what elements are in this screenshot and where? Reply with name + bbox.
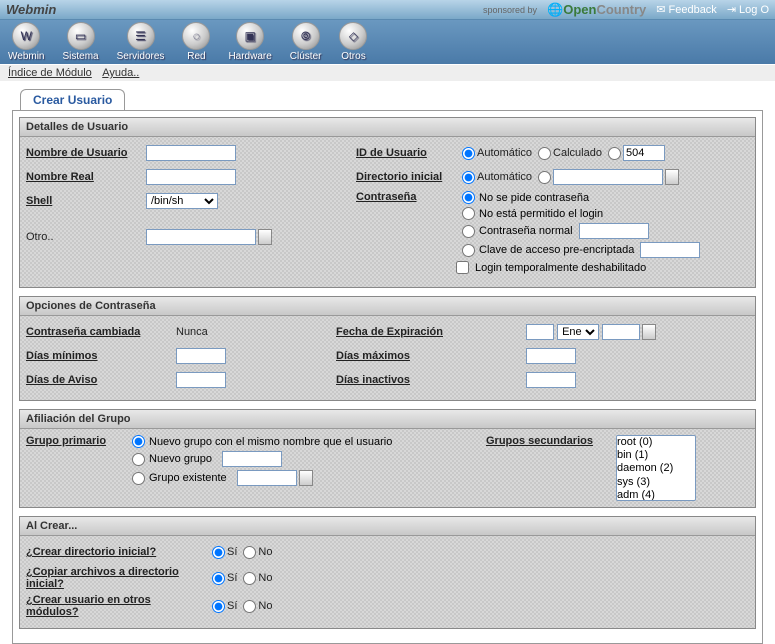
value-nunca: Nunca <box>176 326 208 338</box>
red-icon: ◌ <box>182 22 210 50</box>
input-home[interactable] <box>553 169 663 185</box>
cluster-icon: ⦾ <box>292 22 320 50</box>
input-nombre-real[interactable] <box>146 169 236 185</box>
label-dias-max[interactable]: Días máximos <box>336 350 466 362</box>
section-alcrear-title: Al Crear... <box>20 517 755 536</box>
label-grupo-primario[interactable]: Grupo primario <box>26 435 126 501</box>
input-exp-day[interactable] <box>526 324 554 340</box>
radio-pw-pre[interactable] <box>462 244 475 257</box>
otros-icon: ◇ <box>339 22 367 50</box>
radio-home-auto[interactable] <box>462 171 475 184</box>
label-shell[interactable]: Shell <box>26 195 146 207</box>
radio-c2-no[interactable] <box>243 572 256 585</box>
browse-otro-button[interactable] <box>258 229 272 245</box>
breadcrumb-index[interactable]: Índice de Módulo <box>8 67 92 79</box>
check-pw-temp[interactable] <box>456 261 469 274</box>
nav-hardware[interactable]: ▣Hardware <box>228 22 271 62</box>
section-opciones-title: Opciones de Contraseña <box>20 297 755 316</box>
input-uid[interactable] <box>623 145 665 161</box>
label-dir-inicial[interactable]: Directorio inicial <box>356 171 456 183</box>
select-exp-month[interactable]: Ene <box>557 324 599 340</box>
sistema-icon: ▭ <box>67 22 95 50</box>
input-exp-year[interactable] <box>602 324 640 340</box>
date-picker-button[interactable] <box>642 324 656 340</box>
nav-sistema[interactable]: ▭Sistema <box>63 22 99 62</box>
label-fecha-exp[interactable]: Fecha de Expiración <box>336 326 466 338</box>
input-dias-aviso[interactable] <box>176 372 226 388</box>
select-grupos-sec[interactable]: root (0)bin (1)daemon (2)sys (3)adm (4) <box>616 435 696 501</box>
browse-home-button[interactable] <box>665 169 679 185</box>
radio-home-manual[interactable] <box>538 171 551 184</box>
radio-uid-manual[interactable] <box>608 147 621 160</box>
opencountry-logo: 🌐OpenCountry <box>547 2 646 18</box>
label-nombre-usuario[interactable]: Nombre de Usuario <box>26 147 146 159</box>
servidores-icon: ☰ <box>127 22 155 50</box>
input-pw-normal[interactable] <box>579 223 649 239</box>
webmin-icon: W <box>12 22 40 50</box>
label-grupos-sec[interactable]: Grupos secundarios <box>486 435 616 501</box>
radio-gp-existente[interactable] <box>132 472 145 485</box>
label-nombre-real[interactable]: Nombre Real <box>26 171 146 183</box>
radio-pw-normal[interactable] <box>462 225 475 238</box>
input-otro[interactable] <box>146 229 256 245</box>
section-afiliacion-title: Afiliación del Grupo <box>20 410 755 429</box>
label-otro: Otro.. <box>26 231 76 243</box>
hardware-icon: ▣ <box>236 22 264 50</box>
input-dias-min[interactable] <box>176 348 226 364</box>
app-title: Webmin <box>6 2 56 17</box>
label-crear-modulos[interactable]: ¿Crear usuario en otros módulos? <box>26 594 206 618</box>
breadcrumb: Índice de Módulo Ayuda.. <box>0 64 775 81</box>
main-iconbar: WWebmin ▭Sistema ☰Servidores ◌Red ▣Hardw… <box>0 20 775 64</box>
nav-red[interactable]: ◌Red <box>182 22 210 62</box>
radio-gp-nuevo-mismo[interactable] <box>132 435 145 448</box>
radio-uid-auto[interactable] <box>462 147 475 160</box>
input-pw-pre[interactable] <box>640 242 700 258</box>
radio-pw-nologin[interactable] <box>462 207 475 220</box>
input-nombre-usuario[interactable] <box>146 145 236 161</box>
radio-c1-no[interactable] <box>243 546 256 559</box>
radio-c1-si[interactable] <box>212 546 225 559</box>
nav-webmin[interactable]: WWebmin <box>8 22 45 62</box>
radio-uid-calc[interactable] <box>538 147 551 160</box>
logout-link[interactable]: ⇥ Log O <box>727 3 769 16</box>
nav-cluster[interactable]: ⦾Clúster <box>290 22 322 62</box>
section-detalles-title: Detalles de Usuario <box>20 118 755 137</box>
label-id-usuario[interactable]: ID de Usuario <box>356 147 456 159</box>
label-copiar-archivos[interactable]: ¿Copiar archivos a directorio inicial? <box>26 566 206 590</box>
nav-servidores[interactable]: ☰Servidores <box>117 22 165 62</box>
browse-gp-button[interactable] <box>299 470 313 486</box>
label-contrasena[interactable]: Contraseña <box>356 191 456 203</box>
input-dias-inact[interactable] <box>526 372 576 388</box>
radio-gp-nuevo[interactable] <box>132 453 145 466</box>
radio-c2-si[interactable] <box>212 572 225 585</box>
label-dias-aviso[interactable]: Días de Aviso <box>26 374 176 386</box>
feedback-link[interactable]: ✉ Feedback <box>656 3 717 16</box>
label-pw-cambiada[interactable]: Contraseña cambiada <box>26 326 176 338</box>
sponsor-label: sponsored by <box>483 5 537 15</box>
radio-c3-no[interactable] <box>243 600 256 613</box>
breadcrumb-help[interactable]: Ayuda.. <box>102 67 139 79</box>
label-dias-min[interactable]: Días mínimos <box>26 350 176 362</box>
radio-pw-none[interactable] <box>462 191 475 204</box>
tab-crear-usuario[interactable]: Crear Usuario <box>20 89 125 110</box>
input-gp-nuevo[interactable] <box>222 451 282 467</box>
nav-otros[interactable]: ◇Otros <box>339 22 367 62</box>
radio-c3-si[interactable] <box>212 600 225 613</box>
label-crear-dir[interactable]: ¿Crear directorio inicial? <box>26 546 206 558</box>
input-dias-max[interactable] <box>526 348 576 364</box>
label-dias-inact[interactable]: Días inactivos <box>336 374 466 386</box>
input-gp-existente[interactable] <box>237 470 297 486</box>
select-shell[interactable]: /bin/sh <box>146 193 218 209</box>
